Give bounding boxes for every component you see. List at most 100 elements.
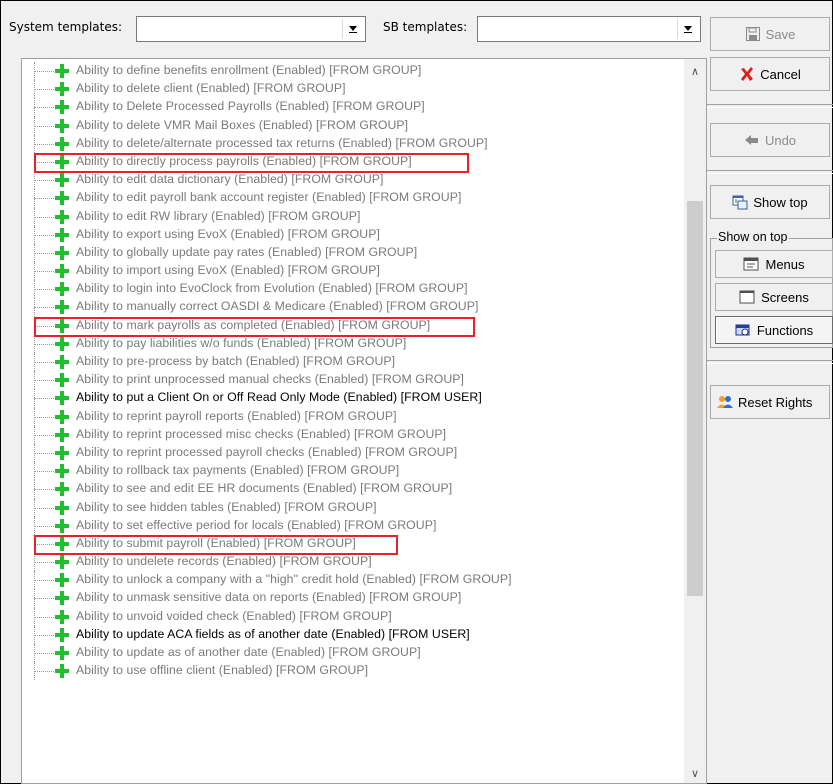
tree-item[interactable]: Ability to reprint payroll reports (Enab…	[22, 407, 682, 426]
menus-label: Menus	[765, 256, 805, 272]
tree-connector	[34, 343, 56, 345]
green-plus-icon	[55, 318, 69, 333]
tree-item[interactable]: Ability to edit payroll bank account reg…	[22, 189, 682, 208]
tree-item[interactable]: Ability to globally update pay rates (En…	[22, 243, 682, 263]
tree-item-label: Ability to rollback tax payments (Enable…	[76, 463, 400, 478]
tree-item[interactable]: Ability to directly process payrolls (En…	[22, 152, 682, 172]
green-plus-icon	[55, 282, 69, 297]
tree-item[interactable]: Ability to unlock a company with a "high…	[22, 571, 682, 590]
tree-item[interactable]: Ability to define benefits enrollment (E…	[22, 62, 682, 81]
tree-item-label: Ability to update ACA fields as of anoth…	[76, 626, 470, 641]
tree-item[interactable]: Ability to manually correct OASDI & Medi…	[22, 298, 682, 317]
functions-icon	[735, 323, 751, 337]
tree-item[interactable]: Ability to mark payrolls as completed (E…	[22, 316, 682, 335]
tree-item-label: Ability to put a Client On or Off Read O…	[76, 390, 482, 405]
show-top-button[interactable]: Show top	[710, 185, 830, 219]
tree-item[interactable]: Ability to submit payroll (Enabled) [FRO…	[22, 534, 682, 554]
vertical-scrollbar[interactable]: ∧ ∨	[684, 59, 706, 783]
tree-item[interactable]: Ability to set effective period for loca…	[22, 516, 682, 535]
tree-item[interactable]: Ability to use offline client (Enabled) …	[22, 662, 682, 681]
tree-item[interactable]: Ability to import using EvoX (Enabled) […	[22, 262, 682, 281]
tree-item[interactable]: Ability to pay liabilities w/o funds (En…	[22, 334, 682, 353]
tree-item-label: Ability to pay liabilities w/o funds (En…	[76, 335, 407, 350]
tree-item[interactable]: Ability to pre-process by batch (Enabled…	[22, 353, 682, 372]
tree-connector	[34, 543, 56, 545]
tree-item-label: Ability to unvoid voided check (Enabled)…	[76, 608, 392, 623]
tree-connector	[34, 525, 56, 527]
tree-connector	[34, 180, 56, 182]
tree-item-label: Ability to see hidden tables (Enabled) […	[76, 499, 377, 514]
tree-item[interactable]: Ability to delete client (Enabled) [FROM…	[22, 80, 682, 99]
tree-item-label: Ability to print unprocessed manual chec…	[76, 372, 465, 387]
tree-item-label: Ability to export using EvoX (Enabled) […	[76, 226, 380, 241]
tree-item[interactable]: Ability to see hidden tables (Enabled) […	[22, 498, 682, 517]
tree-item-label: Ability to directly process payrolls (En…	[76, 153, 412, 168]
save-button[interactable]: Save	[710, 17, 830, 51]
green-plus-icon	[55, 609, 69, 624]
tree-connector	[34, 125, 56, 127]
green-plus-icon	[55, 118, 69, 133]
tree-item[interactable]: Ability to unmask sensitive data on repo…	[22, 589, 682, 608]
green-plus-icon	[55, 82, 69, 97]
tree-connector	[34, 234, 56, 236]
tree-item[interactable]: Ability to Delete Processed Payrolls (En…	[22, 98, 682, 117]
chevron-down-icon[interactable]	[342, 19, 363, 39]
tree-item-label: Ability to edit data dictionary (Enabled…	[76, 172, 384, 187]
screen-window-icon	[739, 290, 755, 304]
tree-connector	[34, 161, 56, 163]
floppy-disk-icon	[745, 26, 761, 42]
tree-connector	[34, 107, 56, 109]
divider	[707, 360, 833, 364]
cancel-label: Cancel	[760, 66, 801, 82]
green-plus-icon	[55, 245, 69, 260]
tree-item[interactable]: Ability to unvoid voided check (Enabled)…	[22, 607, 682, 626]
green-plus-icon	[55, 427, 69, 442]
tree-connector	[34, 198, 56, 200]
show-on-top-group: Show on top Menus Screens Functions	[710, 230, 833, 348]
tree-item[interactable]: Ability to edit data dictionary (Enabled…	[22, 171, 682, 190]
tree-item[interactable]: Ability to rollback tax payments (Enable…	[22, 462, 682, 481]
tree-item-label: Ability to use offline client (Enabled) …	[76, 663, 369, 678]
tree-item-label: Ability to pre-process by batch (Enabled…	[76, 354, 396, 368]
undo-arrow-icon	[744, 132, 760, 148]
rights-tree[interactable]: Ability to define benefits enrollment (E…	[21, 58, 707, 784]
screens-toggle-button[interactable]: Screens	[715, 283, 833, 311]
tree-item[interactable]: Ability to export using EvoX (Enabled) […	[22, 225, 682, 244]
tree-item[interactable]: Ability to delete/alternate processed ta…	[22, 134, 682, 153]
sb-templates-label: SB templates:	[383, 20, 468, 34]
tree-connector	[34, 271, 56, 273]
tree-item[interactable]: Ability to login into EvoClock from Evol…	[22, 280, 682, 299]
green-plus-icon	[55, 209, 69, 224]
scroll-up-arrow-icon[interactable]: ∧	[684, 61, 706, 81]
functions-toggle-button[interactable]: Functions	[715, 316, 833, 344]
tree-item[interactable]: Ability to update ACA fields as of anoth…	[22, 625, 682, 644]
undo-button[interactable]: Undo	[710, 123, 830, 157]
scrollbar-thumb[interactable]	[687, 201, 703, 596]
green-plus-icon	[55, 191, 69, 206]
chevron-down-icon[interactable]	[677, 19, 698, 39]
tree-item[interactable]: Ability to delete VMR Mail Boxes (Enable…	[22, 116, 682, 135]
green-plus-icon	[55, 573, 69, 588]
tree-item[interactable]: Ability to update as of another date (En…	[22, 644, 682, 663]
tree-item[interactable]: Ability to see and edit EE HR documents …	[22, 480, 682, 499]
green-plus-icon	[55, 391, 69, 406]
tree-item[interactable]: Ability to edit RW library (Enabled) [FR…	[22, 207, 682, 226]
green-plus-icon	[55, 591, 69, 606]
reset-rights-label: Reset Rights	[738, 394, 813, 410]
tree-item[interactable]: Ability to reprint processed payroll che…	[22, 443, 682, 463]
sb-templates-select[interactable]	[477, 16, 701, 42]
tree-item[interactable]: Ability to reprint processed misc checks…	[22, 425, 682, 444]
tree-item[interactable]: Ability to put a Client On or Off Read O…	[22, 389, 682, 408]
scroll-down-arrow-icon[interactable]: ∨	[684, 763, 706, 783]
tree-item[interactable]: Ability to undelete records (Enabled) [F…	[22, 553, 682, 572]
cancel-button[interactable]: Cancel	[710, 57, 830, 91]
green-plus-icon	[55, 373, 69, 388]
users-icon	[717, 394, 733, 410]
show-on-top-title: Show on top	[717, 230, 789, 244]
menus-toggle-button[interactable]: Menus	[715, 250, 833, 278]
green-plus-icon	[55, 536, 69, 551]
tree-item[interactable]: Ability to print unprocessed manual chec…	[22, 371, 682, 390]
green-plus-icon	[55, 518, 69, 533]
system-templates-select[interactable]	[136, 16, 366, 42]
reset-rights-button[interactable]: Reset Rights	[710, 385, 830, 419]
